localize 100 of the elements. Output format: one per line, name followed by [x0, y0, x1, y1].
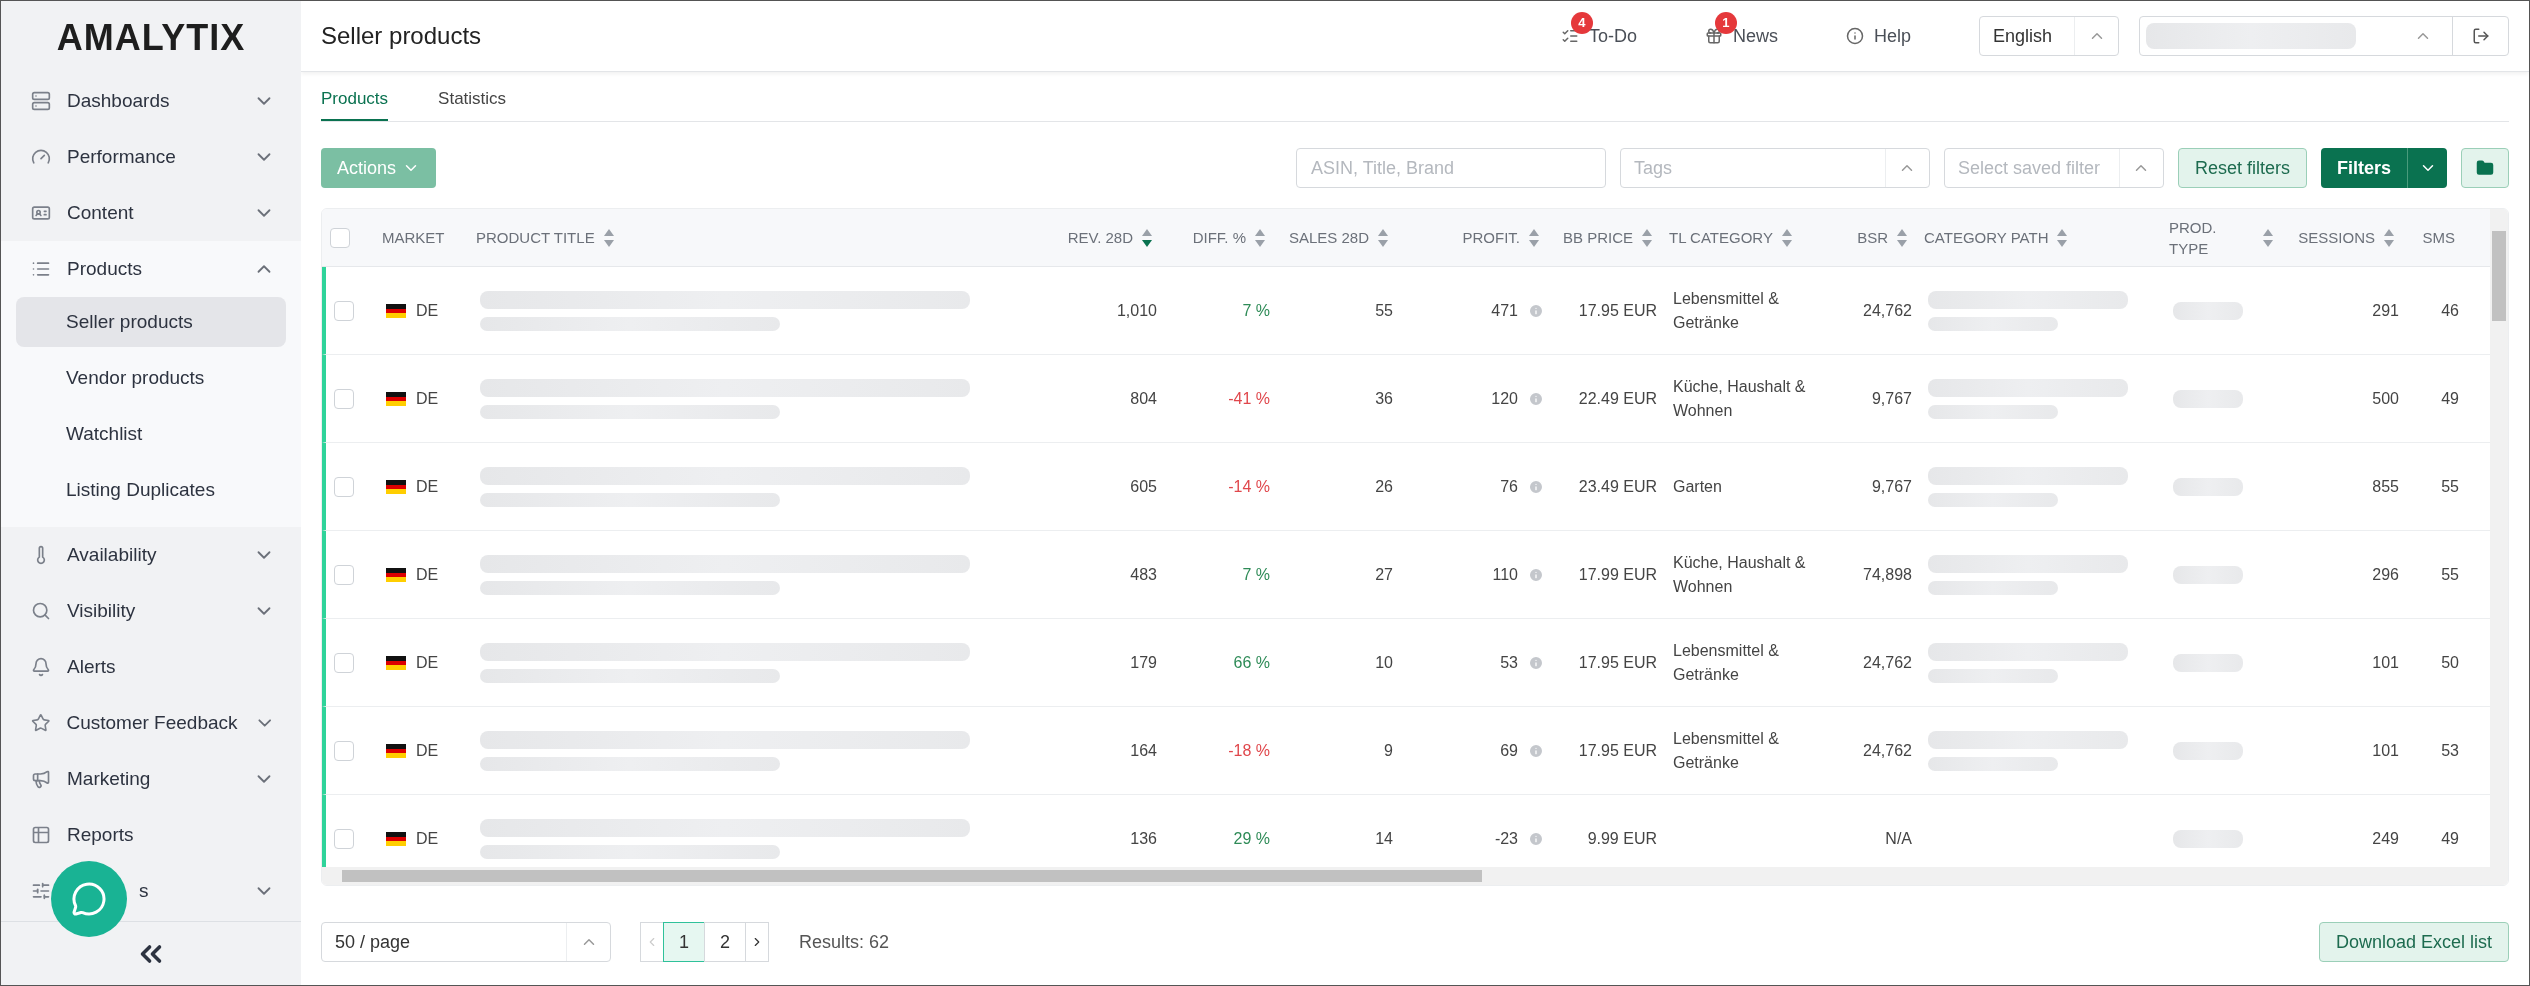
- table-row[interactable]: DE 605 -14 % 26 76 23.49 EUR Garten 9,767 855 55: [322, 443, 2490, 531]
- menu-item-icon: [31, 259, 51, 279]
- table-cell-text: 53: [2440, 740, 2460, 761]
- folder-button[interactable]: [2461, 148, 2509, 188]
- sort-icon[interactable]: [1254, 227, 1266, 248]
- table-cell-text: Lebensmittel & Getränke: [1673, 289, 1780, 333]
- sort-icon[interactable]: [1141, 227, 1153, 248]
- sort-icon[interactable]: [1377, 227, 1389, 248]
- sidebar-subitem[interactable]: Watchlist: [16, 409, 286, 459]
- horizontal-scrollbar[interactable]: [322, 867, 2490, 885]
- page-title: Seller products: [321, 22, 483, 50]
- sort-icon[interactable]: [2262, 227, 2274, 248]
- blurred-text: [2173, 829, 2243, 848]
- sidebar-item[interactable]: Alerts: [1, 639, 301, 695]
- info-icon[interactable]: [1528, 654, 1544, 671]
- search-field[interactable]: ASIN, Title, Brand: [1295, 148, 1606, 188]
- flag-icon: [386, 567, 406, 582]
- sidebar-subitem[interactable]: Vendor products: [16, 353, 286, 403]
- page-button[interactable]: 1: [663, 922, 705, 962]
- sort-icon[interactable]: [2056, 227, 2069, 248]
- market-cell-text: DE: [416, 740, 439, 761]
- table-cell-text: 1,010: [1115, 300, 1158, 321]
- sidebar-subitem[interactable]: Seller products: [16, 297, 286, 347]
- checkbox[interactable]: [334, 476, 354, 497]
- header-link[interactable]: Help: [1845, 25, 1911, 47]
- reset-filters-button[interactable]: Reset filters: [2177, 148, 2307, 188]
- diff-cell-text: -41 %: [1227, 388, 1271, 409]
- menu-item-icon: [31, 713, 51, 733]
- diff-cell-text: -18 %: [1227, 740, 1271, 761]
- logo: AMALYTIX: [55, 16, 247, 60]
- table-cell-text: 500: [2371, 388, 2400, 409]
- sidebar-item[interactable]: s: [1, 863, 301, 919]
- column-header: SALES 28D: [1288, 228, 1369, 248]
- sidebar-item[interactable]: Performance: [1, 129, 301, 185]
- checkbox[interactable]: [334, 300, 354, 321]
- column-header: PRODUCT TITLE: [476, 228, 595, 248]
- menu-item-icon: [31, 769, 51, 789]
- table-cell-text: 69: [1500, 740, 1518, 761]
- checkbox[interactable]: [334, 564, 354, 585]
- sidebar-subitem[interactable]: Listing Duplicates: [16, 465, 286, 515]
- previous-page-button[interactable]: [640, 922, 664, 962]
- table-cell-text: 36: [1374, 388, 1394, 409]
- table-cell-text: 179: [1129, 652, 1158, 673]
- info-icon[interactable]: [1528, 478, 1544, 495]
- table-cell-text: 53: [1500, 652, 1518, 673]
- menu-item-icon: [31, 881, 51, 901]
- sidebar-item[interactable]: Marketing: [1, 751, 301, 807]
- table-cell-text: 49: [2440, 828, 2460, 849]
- checkbox[interactable]: [334, 652, 354, 673]
- table-cell-text: 55: [2440, 564, 2460, 585]
- tab[interactable]: Products: [321, 89, 389, 121]
- tab[interactable]: Statistics: [438, 89, 507, 121]
- table-cell-text: 9,767: [1870, 388, 1913, 409]
- checkbox[interactable]: [334, 740, 354, 761]
- info-icon[interactable]: [1528, 390, 1544, 407]
- info-icon[interactable]: [1528, 742, 1544, 759]
- sort-icon[interactable]: [1896, 227, 1908, 248]
- sidebar-item[interactable]: Reports: [1, 807, 301, 863]
- column-header: PROFIT.: [1462, 228, 1520, 248]
- blurred-text: [2173, 741, 2243, 760]
- sidebar-item[interactable]: Availability: [1, 527, 301, 583]
- column-header: TL CATEGORY: [1669, 228, 1773, 248]
- sort-icon[interactable]: [602, 227, 615, 248]
- table-cell-text: 17.95 EUR: [1577, 300, 1658, 321]
- language-select[interactable]: English: [1979, 16, 2119, 56]
- table-cell-text: 110: [1492, 564, 1518, 585]
- table-cell-text: 9: [1383, 740, 1394, 761]
- sort-icon[interactable]: [2383, 227, 2395, 248]
- table-cell-text: 471: [1491, 300, 1518, 321]
- table-cell-text: Lebensmittel & Getränke: [1673, 641, 1780, 685]
- checkbox[interactable]: [330, 227, 350, 248]
- info-icon[interactable]: [1528, 302, 1544, 319]
- sort-icon[interactable]: [1641, 227, 1653, 248]
- sidebar-item[interactable]: Customer Feedback: [1, 695, 301, 751]
- table-cell-text: 291: [2371, 300, 2400, 321]
- sort-icon[interactable]: [1528, 227, 1540, 248]
- checkbox[interactable]: [334, 828, 354, 849]
- market-cell-text: DE: [416, 828, 439, 849]
- sidebar-item[interactable]: Visibility: [1, 583, 301, 639]
- download-excel-button[interactable]: Download Excel list: [2318, 922, 2509, 962]
- blurred-text: [2173, 565, 2243, 584]
- info-icon[interactable]: [1528, 830, 1544, 847]
- sidebar-item[interactable]: Content: [1, 185, 301, 241]
- table-cell-text: 101: [2371, 740, 2400, 761]
- page-size-select[interactable]: 50 / page: [321, 922, 611, 962]
- market-cell-text: DE: [416, 476, 439, 497]
- sidebar-item[interactable]: Dashboards: [1, 73, 301, 129]
- next-page-button[interactable]: [745, 922, 769, 962]
- sort-icon[interactable]: [1780, 227, 1793, 248]
- menu-item-icon: [31, 147, 51, 167]
- chat-bubble-icon: [71, 881, 107, 917]
- page-button[interactable]: 2: [704, 922, 746, 962]
- table-cell-text: 10: [1374, 652, 1394, 673]
- sidebar-item[interactable]: Products: [1, 241, 301, 297]
- market-cell-text: DE: [416, 300, 439, 321]
- info-icon[interactable]: [1528, 566, 1544, 583]
- table-cell-text: Garten: [1673, 476, 1722, 497]
- vertical-scrollbar[interactable]: [2490, 209, 2508, 885]
- checkbox[interactable]: [334, 388, 354, 409]
- header-link-icon: [1704, 27, 1723, 45]
